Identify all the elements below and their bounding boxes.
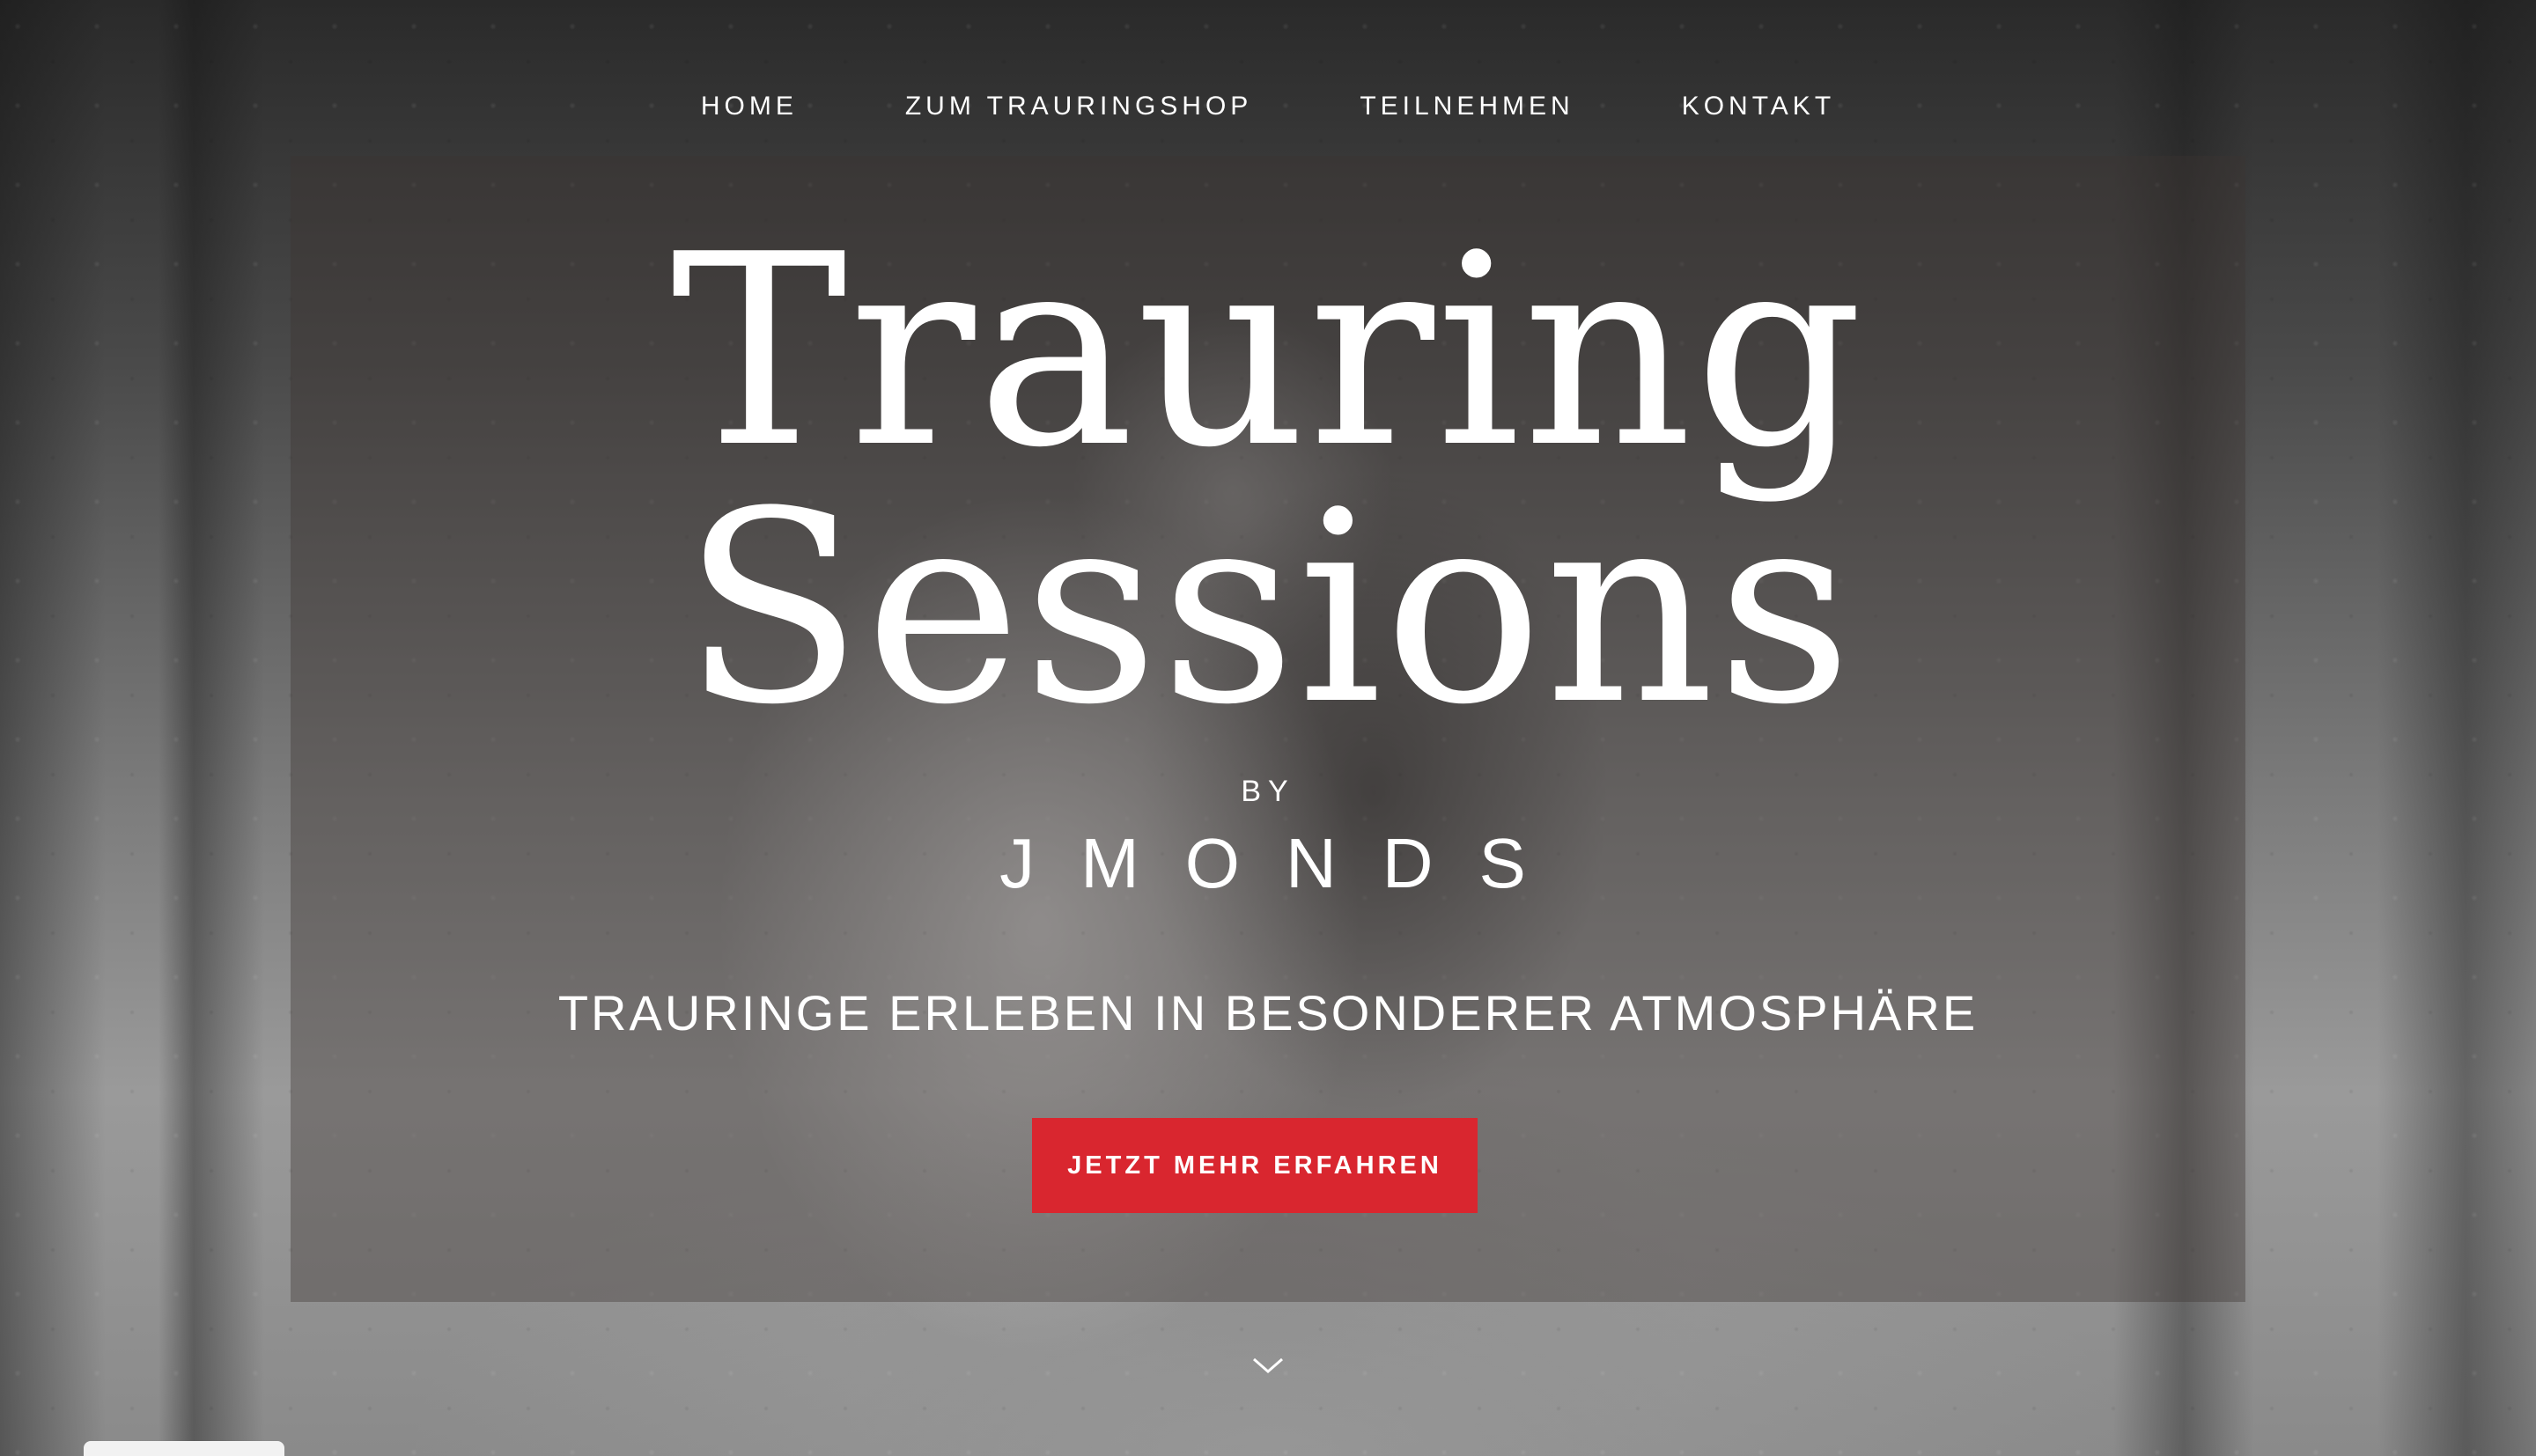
nav-item-trauringshop[interactable]: ZUM TRAURINGSHOP (851, 92, 1306, 121)
nav-item-teilnehmen[interactable]: TEILNEHMEN (1306, 92, 1627, 121)
chevron-down-icon[interactable] (1249, 1352, 1287, 1379)
cta-button[interactable]: JETZT MEHR ERFAHREN (1032, 1118, 1478, 1213)
hero-title-line-2: Sessions (682, 455, 1854, 762)
nav-item-home[interactable]: HOME (647, 92, 851, 121)
nav-item-kontakt[interactable]: KONTAKT (1628, 92, 1889, 121)
brand-logo-text: JMONDS (999, 824, 1572, 902)
page: HOME ZUM TRAURINGSHOP TEILNEHMEN KONTAKT… (0, 0, 2536, 1456)
hero-title: Trauring Sessions (0, 220, 2536, 741)
hero-title-line-1: Trauring (670, 198, 1866, 505)
hero-subtitle: TRAURINGE ERLEBEN IN BESONDERER ATMOSPHÄ… (557, 985, 1979, 1041)
cookie-settings-tab[interactable] (84, 1441, 284, 1456)
brand-by-label: BY (1241, 775, 1295, 808)
main-nav: HOME ZUM TRAURINGSHOP TEILNEHMEN KONTAKT (0, 92, 2536, 121)
